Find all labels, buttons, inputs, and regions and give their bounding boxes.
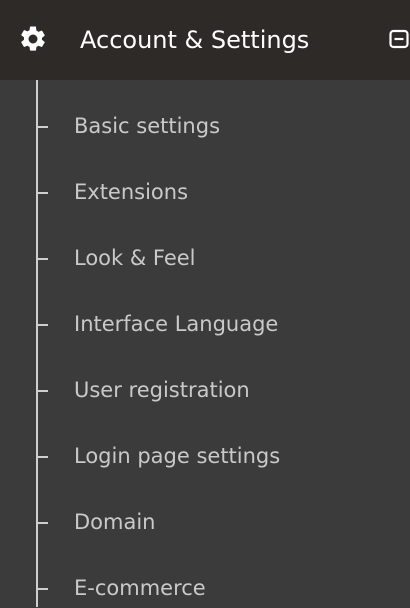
tree-branch-tick <box>38 126 48 128</box>
collapse-minus-icon[interactable] <box>389 29 410 49</box>
menu-item-basic-settings[interactable]: Basic settings <box>0 80 410 146</box>
menu-item-extensions[interactable]: Extensions <box>0 146 410 212</box>
menu-item-label: Login page settings <box>74 444 281 468</box>
menu-item-look-and-feel[interactable]: Look & Feel <box>0 212 410 278</box>
menu-item-label: User registration <box>74 378 250 402</box>
menu-item-label: Basic settings <box>74 114 221 138</box>
gear-icon <box>21 26 45 51</box>
menu-item-label: E-commerce <box>74 576 206 600</box>
section-title: Account & Settings <box>80 26 310 54</box>
menu-item-e-commerce[interactable]: E-commerce <box>0 542 410 608</box>
tree-branch-tick <box>38 258 48 260</box>
menu-item-label: Look & Feel <box>74 246 196 270</box>
tree-branch-tick <box>38 390 48 392</box>
menu-item-label: Domain <box>74 510 156 534</box>
menu-item-domain[interactable]: Domain <box>0 476 410 542</box>
tree-branch-tick <box>38 456 48 458</box>
menu-item-login-page-settings[interactable]: Login page settings <box>0 410 410 476</box>
menu-item-user-registration[interactable]: User registration <box>0 344 410 410</box>
tree-branch-tick <box>38 192 48 194</box>
tree-branch-tick <box>38 522 48 524</box>
tree-branch-tick <box>38 324 48 326</box>
section-header[interactable]: Account & Settings <box>0 0 410 80</box>
tree-branch-tick <box>38 588 48 590</box>
menu-item-label: Extensions <box>74 180 189 204</box>
menu-item-label: Interface Language <box>74 312 279 336</box>
menu-item-interface-language[interactable]: Interface Language <box>0 278 410 344</box>
settings-submenu: Basic settings Extensions Look & Feel In… <box>0 80 410 608</box>
